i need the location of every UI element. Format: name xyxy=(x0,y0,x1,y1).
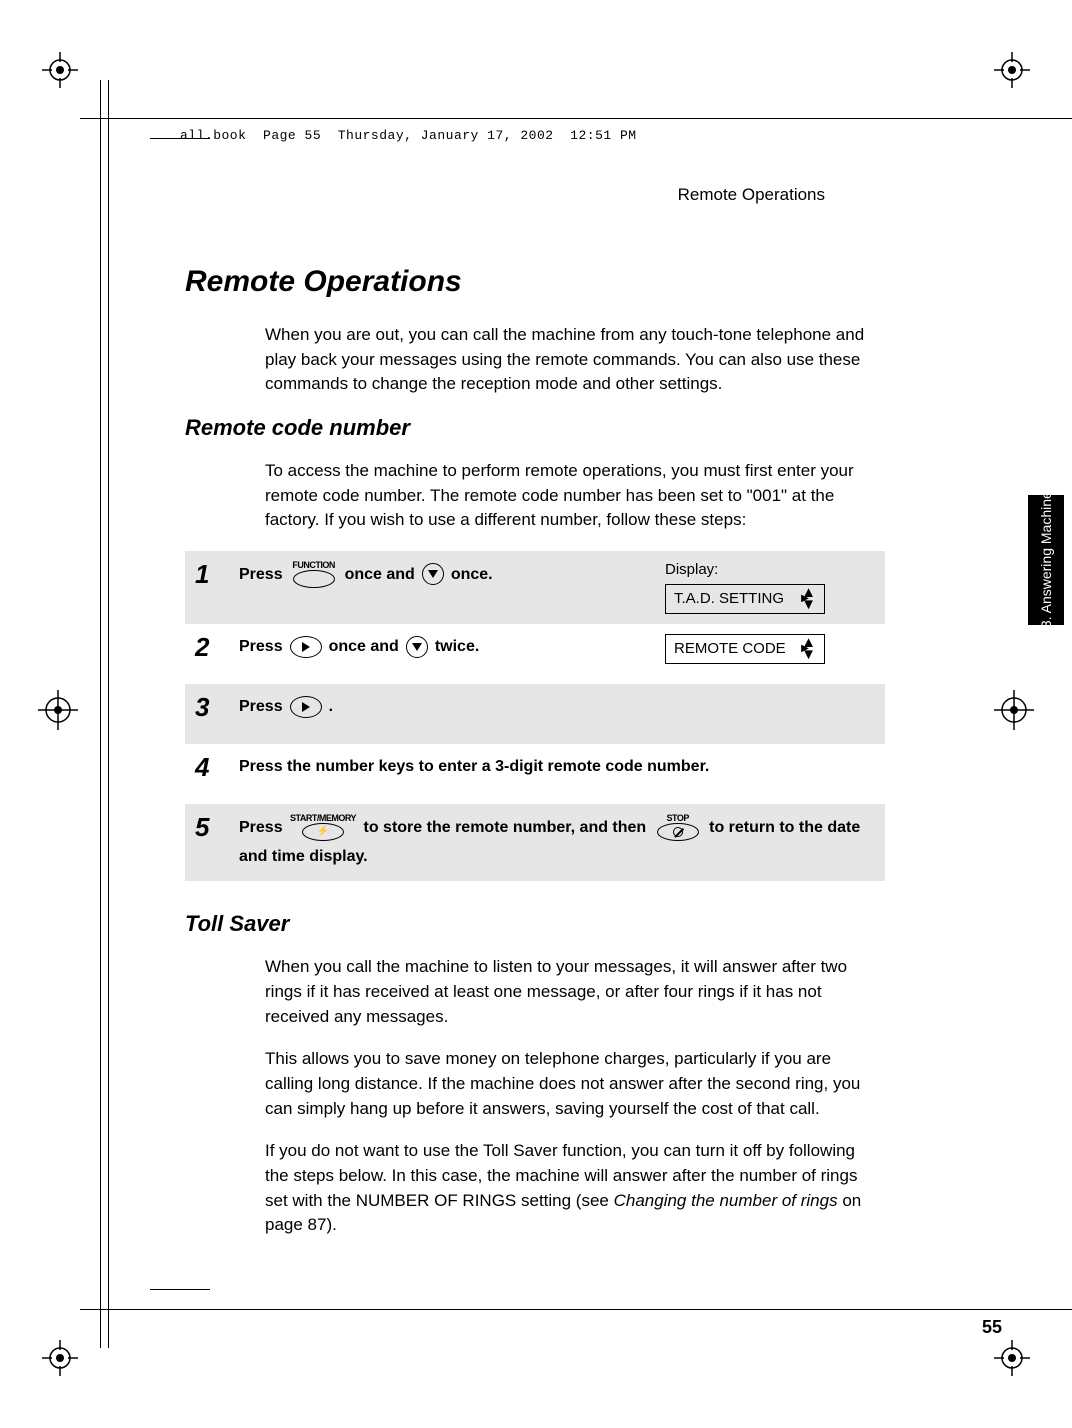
updown-arrows-icon: ▲▶▼ xyxy=(801,589,816,609)
remote-code-paragraph: To access the machine to perform remote … xyxy=(265,459,865,533)
step-text: Press xyxy=(239,634,283,660)
step-text: twice. xyxy=(435,634,479,660)
crop-guide xyxy=(100,80,101,1348)
lcd-display: REMOTE CODE ▲▶▼ xyxy=(665,634,825,664)
step-5: 5 Press START/MEMORY ⚡ to store the remo… xyxy=(185,804,885,882)
step-2: 2 Press once and twice. REMOTE CODE ▲▶▼ xyxy=(185,624,885,684)
running-head: Remote Operations xyxy=(185,185,825,205)
registration-mark-icon xyxy=(994,690,1034,730)
step-1: 1 Press FUNCTION once and once. Display:… xyxy=(185,551,885,624)
registration-mark-icon xyxy=(38,690,78,730)
chapter-tab-label: 3. Answering Machine xyxy=(1038,492,1053,629)
step-text: Press xyxy=(239,694,283,720)
page-title: Remote Operations xyxy=(185,265,885,299)
step-text: once. xyxy=(451,562,493,588)
step-text: Press xyxy=(239,819,283,836)
stop-button-icon: STOP xyxy=(654,814,702,841)
crop-guide xyxy=(150,1289,210,1290)
step-number: 2 xyxy=(195,634,239,660)
toll-saver-paragraph: This allows you to save money on telepho… xyxy=(265,1047,865,1121)
down-button-icon xyxy=(406,636,428,658)
registration-mark-icon xyxy=(992,50,1032,90)
lcd-display: T.A.D. SETTING ▲▶▼ xyxy=(665,584,825,614)
crop-guide xyxy=(108,80,109,1348)
toll-saver-paragraph: When you call the machine to listen to y… xyxy=(265,955,865,1029)
lcd-text: REMOTE CODE xyxy=(674,640,786,657)
registration-mark-icon xyxy=(40,1338,80,1378)
start-memory-button-icon: START/MEMORY ⚡ xyxy=(290,814,356,841)
step-text: to store the remote number, and then xyxy=(364,819,647,836)
step-text: once and xyxy=(345,562,415,588)
right-button-icon xyxy=(290,696,322,718)
registration-mark-icon xyxy=(40,50,80,90)
section-heading-remote-code: Remote code number xyxy=(185,415,885,441)
right-button-icon xyxy=(290,636,322,658)
crop-guide xyxy=(80,1309,1072,1310)
updown-arrows-icon: ▲▶▼ xyxy=(801,639,816,659)
step-text: Press the number keys to enter a 3-digit… xyxy=(239,754,709,780)
step-number: 5 xyxy=(195,814,239,840)
book-header: all.book Page 55 Thursday, January 17, 2… xyxy=(180,128,637,143)
step-number: 4 xyxy=(195,754,239,780)
down-button-icon xyxy=(422,563,444,585)
steps-list: 1 Press FUNCTION once and once. Display:… xyxy=(185,551,885,882)
intro-paragraph: When you are out, you can call the machi… xyxy=(265,323,865,397)
chapter-tab: 3. Answering Machine xyxy=(1028,495,1064,625)
step-3: 3 Press . xyxy=(185,684,885,744)
function-button-icon: FUNCTION xyxy=(290,561,338,588)
registration-mark-icon xyxy=(992,1338,1032,1378)
step-number: 3 xyxy=(195,694,239,720)
section-heading-toll-saver: Toll Saver xyxy=(185,911,885,937)
page-number: 55 xyxy=(982,1317,1002,1338)
step-4: 4 Press the number keys to enter a 3-dig… xyxy=(185,744,885,804)
display-label: Display: xyxy=(665,561,865,578)
step-number: 1 xyxy=(195,561,239,587)
lcd-text: T.A.D. SETTING xyxy=(674,590,784,607)
toll-saver-paragraph: If you do not want to use the Toll Saver… xyxy=(265,1139,865,1238)
crop-guide xyxy=(80,118,1072,119)
step-text: Press xyxy=(239,562,283,588)
step-text: . xyxy=(329,694,333,720)
cross-reference-link[interactable]: Changing the number of rings xyxy=(614,1191,838,1210)
step-text: once and xyxy=(329,634,399,660)
